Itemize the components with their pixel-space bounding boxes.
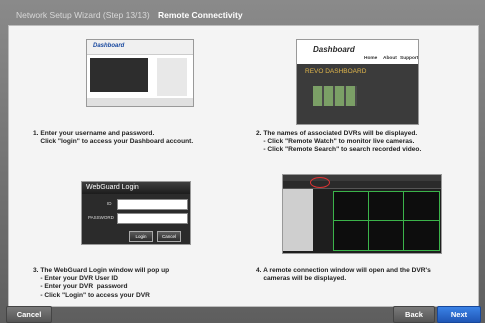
- password-label: PASSWORD: [88, 215, 114, 220]
- product-images: [157, 58, 187, 96]
- dashboard-login-screenshot: Dashboard: [86, 39, 194, 107]
- step-1-caption: 1. Enter your username and password. Cli…: [33, 130, 194, 146]
- password-field: [117, 213, 188, 224]
- webguard-login-screenshot: WebGuard Login ID PASSWORD Login Cancel: [81, 181, 191, 245]
- highlight-circle: [310, 177, 330, 188]
- back-button[interactable]: Back: [393, 306, 435, 323]
- dashboard-logo: Dashboard: [313, 45, 355, 54]
- dashboard-body: REVO DASHBOARD: [297, 64, 418, 124]
- nav-about: About: [383, 56, 397, 61]
- web-footer: [87, 98, 193, 106]
- dvr-list: [313, 86, 357, 106]
- nav-home: Home: [364, 56, 378, 61]
- login-area: [90, 58, 148, 92]
- step-3-caption: 3. The WebGuard Login window will pop up…: [33, 267, 170, 299]
- cancel-button[interactable]: Cancel: [6, 306, 52, 323]
- cancel-login-button: Cancel: [157, 231, 181, 242]
- dashboard-heading: REVO DASHBOARD: [305, 68, 367, 75]
- wizard-step-title: Network Setup Wizard (Step 13/13): [16, 10, 150, 20]
- id-label: ID: [107, 201, 112, 206]
- login-button: Login: [129, 231, 153, 242]
- remote-connection-screenshot: [282, 174, 442, 254]
- next-button[interactable]: Next: [437, 306, 481, 323]
- control-panel: [283, 189, 313, 251]
- dashboard-logo: Dashboard: [93, 43, 125, 49]
- page-title: Remote Connectivity: [158, 10, 243, 20]
- id-field: [117, 199, 188, 210]
- step-2-caption: 2. The names of associated DVRs will be …: [256, 130, 422, 154]
- content-panel: Dashboard 1. Enter your username and pas…: [8, 25, 479, 307]
- camera-grid: [333, 191, 440, 251]
- window-tabs: [283, 181, 441, 189]
- revo-dashboard-screenshot: Dashboard Home About Support REVO DASHBO…: [296, 39, 419, 125]
- web-header: Dashboard: [87, 40, 193, 55]
- step-4-caption: 4. A remote connection window will open …: [256, 267, 431, 283]
- wizard-window: Network Setup Wizard (Step 13/13) Remote…: [0, 0, 485, 323]
- nav-support: Support: [400, 56, 419, 61]
- title-bar: Network Setup Wizard (Step 13/13) Remote…: [4, 6, 481, 24]
- webguard-title: WebGuard Login: [82, 182, 190, 194]
